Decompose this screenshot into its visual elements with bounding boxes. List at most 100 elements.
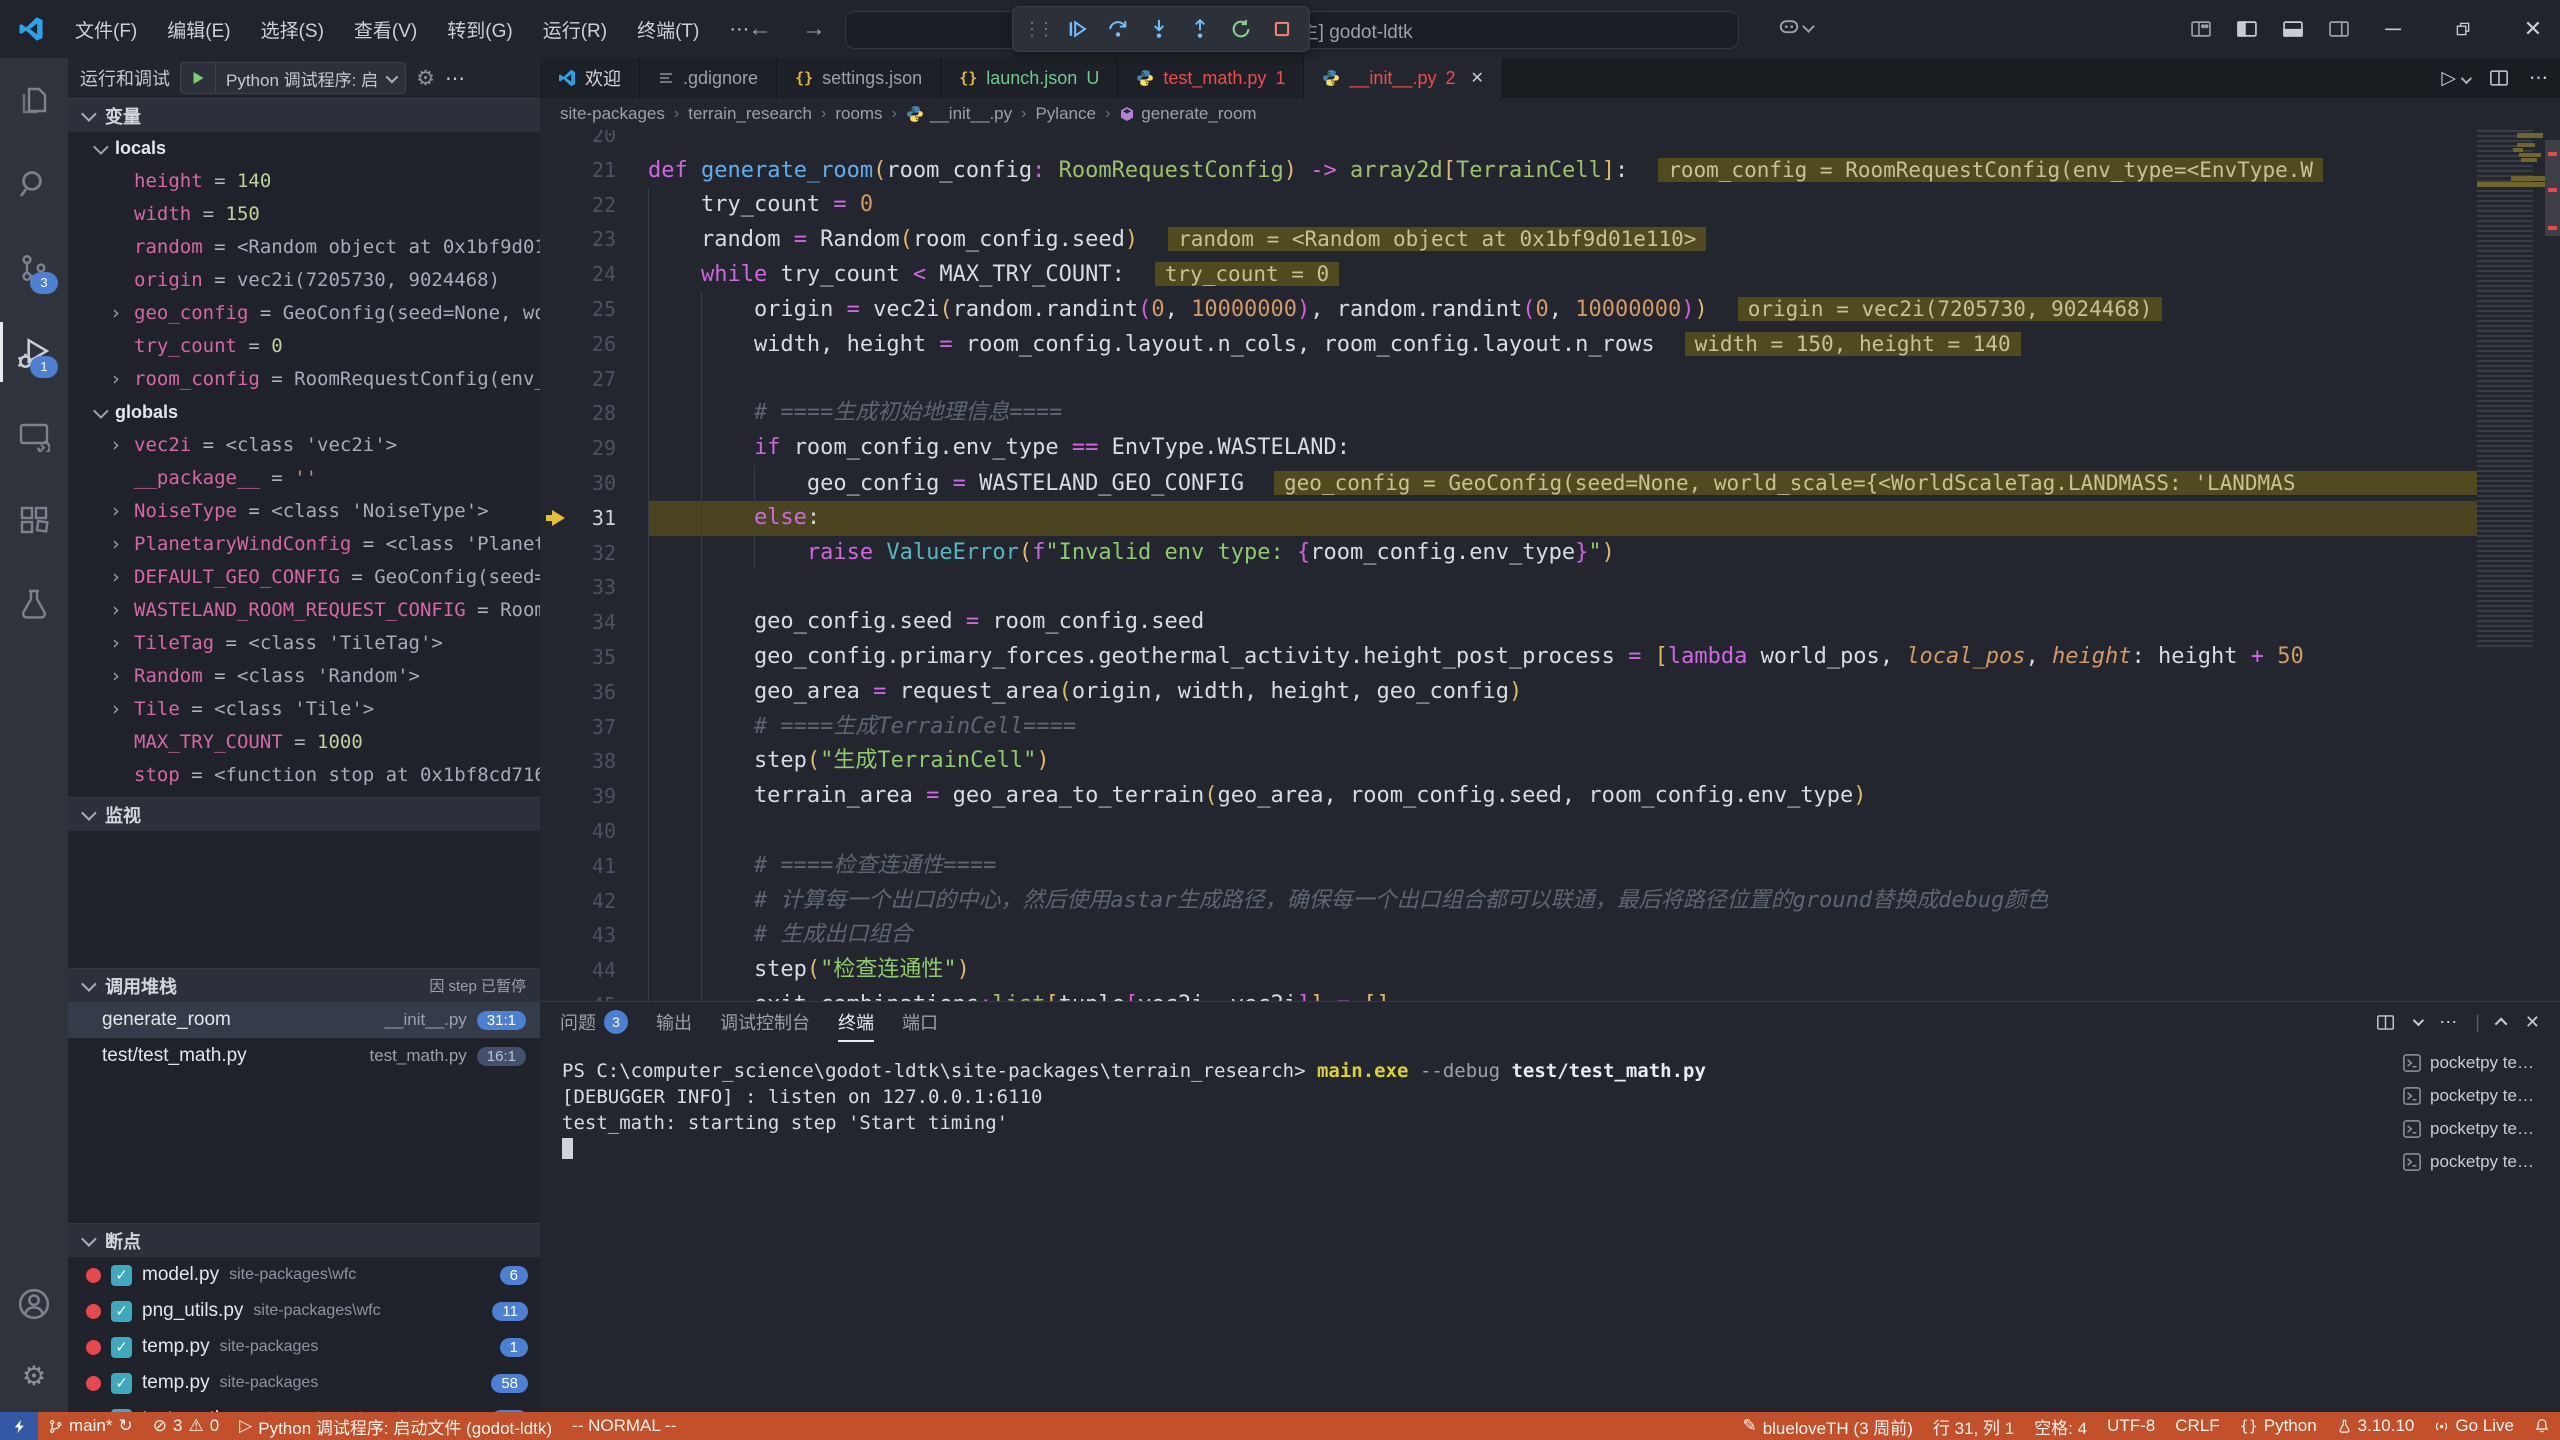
code-line-37[interactable]: 37# ====生成TerrainCell==== bbox=[540, 710, 2477, 745]
account-button[interactable] bbox=[0, 1268, 68, 1340]
breadcrumb-item-terrain_research[interactable]: terrain_research bbox=[688, 104, 812, 124]
terminal-instance-item[interactable]: pocketpy te… bbox=[2392, 1145, 2560, 1178]
code-area[interactable]: 2021def generate_room(room_config: RoomR… bbox=[540, 130, 2477, 1002]
debug-settings-gear-icon[interactable]: ⚙ bbox=[416, 66, 435, 91]
terminal-instance-item[interactable]: pocketpy te… bbox=[2392, 1046, 2560, 1079]
variable-row[interactable]: ›geo_config = GeoConfig(seed=None, wor… bbox=[68, 297, 540, 330]
stack-frame[interactable]: test/test_math.pytest_math.py16:1 bbox=[68, 1038, 540, 1074]
variable-row[interactable]: ›PlanetaryWindConfig = <class 'Planeta… bbox=[68, 528, 540, 561]
code-line-39[interactable]: 39terrain_area = geo_area_to_terrain(geo… bbox=[540, 779, 2477, 814]
debug-launch-button[interactable]: Python 调试程序: 启 bbox=[180, 62, 406, 94]
breakpoints-section-header[interactable]: 断点 bbox=[68, 1223, 540, 1257]
stack-frame[interactable]: generate_room__init__.py31:1 bbox=[68, 1002, 540, 1038]
split-editor-icon[interactable] bbox=[2489, 68, 2509, 88]
sidebar-item-extensions[interactable] bbox=[0, 478, 68, 562]
minimize-button[interactable]: ─ bbox=[2370, 0, 2416, 58]
encoding-status[interactable]: UTF-8 bbox=[2097, 1416, 2165, 1436]
breakpoint-row[interactable]: ✓temp.pysite-packages1 bbox=[68, 1329, 540, 1365]
breakpoint-checkbox[interactable]: ✓ bbox=[111, 1337, 132, 1358]
git-blame-status[interactable]: ✎ blueloveTH (3 周前) bbox=[1732, 1414, 1922, 1439]
breadcrumb-item-__init__.py[interactable]: __init__.py bbox=[906, 104, 1012, 124]
notifications-bell[interactable] bbox=[2524, 1418, 2560, 1434]
tab-problems[interactable]: 问题 3 bbox=[560, 1002, 628, 1042]
toggle-secondary-sidebar-icon[interactable] bbox=[2328, 18, 2350, 40]
variable-row[interactable]: width = 150 bbox=[68, 198, 540, 231]
start-debug-icon[interactable] bbox=[181, 63, 216, 93]
copilot-menu[interactable] bbox=[1778, 15, 1813, 37]
variable-row[interactable]: ›DEFAULT_GEO_CONFIG = GeoConfig(seed=1… bbox=[68, 561, 540, 594]
chevron-right-icon[interactable]: › bbox=[110, 495, 121, 528]
variable-row[interactable]: ›TileTag = <class 'TileTag'> bbox=[68, 627, 540, 660]
watch-section-header[interactable]: 监视 bbox=[68, 797, 540, 831]
drag-handle-icon[interactable]: ⋮⋮ bbox=[1023, 19, 1051, 40]
eol-status[interactable]: CRLF bbox=[2165, 1416, 2229, 1436]
breakpoint-row[interactable]: ✓temp.pysite-packages58 bbox=[68, 1365, 540, 1401]
variable-row[interactable]: ›WASTELAND_ROOM_REQUEST_CONFIG = RoomR… bbox=[68, 594, 540, 627]
cursor-position-status[interactable]: 行 31, 列 1 bbox=[1923, 1414, 2024, 1439]
callstack-section-header[interactable]: 调用堆栈 因 step 已暂停 bbox=[68, 968, 540, 1002]
chevron-right-icon[interactable]: › bbox=[110, 693, 121, 726]
code-line-42[interactable]: 42# 计算每一个出口的中心，然后使用astar生成路径，确保每一个出口组合都可… bbox=[540, 884, 2477, 919]
back-icon[interactable]: ← bbox=[748, 15, 772, 43]
continue-button[interactable] bbox=[1060, 12, 1094, 46]
close-panel-icon[interactable]: ✕ bbox=[2525, 1012, 2540, 1033]
code-line-20[interactable]: 20 bbox=[540, 130, 2477, 153]
chevron-right-icon[interactable]: › bbox=[110, 627, 121, 660]
forward-icon[interactable]: → bbox=[802, 15, 826, 43]
go-live-status[interactable]: Go Live bbox=[2424, 1416, 2524, 1436]
code-line-41[interactable]: 41# ====检查连通性==== bbox=[540, 849, 2477, 884]
menu-item-4[interactable]: 转到(G) bbox=[432, 16, 527, 43]
breakpoint-checkbox[interactable]: ✓ bbox=[111, 1373, 132, 1394]
run-python-file-button[interactable]: ▷ bbox=[2441, 67, 2469, 90]
terminal-instance-item[interactable]: pocketpy te… bbox=[2392, 1112, 2560, 1145]
variable-row[interactable]: stop = <function stop at 0x1bf8cd716d bbox=[68, 759, 540, 792]
breadcrumb-item-Pylance[interactable]: Pylance bbox=[1035, 104, 1095, 124]
chevron-right-icon[interactable]: › bbox=[110, 297, 121, 330]
breakpoint-row[interactable]: ✓model.pysite-packages\wfc6 bbox=[68, 1257, 540, 1293]
code-line-38[interactable]: 38step("生成TerrainCell") bbox=[540, 744, 2477, 779]
tab-launch.json[interactable]: {}launch.jsonU bbox=[941, 58, 1118, 98]
chevron-right-icon[interactable]: › bbox=[110, 594, 121, 627]
tab-test_math.py[interactable]: test_math.py1 bbox=[1118, 58, 1304, 98]
sidebar-item-testing[interactable] bbox=[0, 562, 68, 646]
tab-.gdignore[interactable]: .gdignore bbox=[640, 58, 777, 98]
settings-button[interactable]: ⚙ bbox=[0, 1340, 68, 1412]
tab-debug-console[interactable]: 调试控制台 bbox=[720, 1002, 810, 1042]
variables-section-header[interactable]: 变量 bbox=[68, 98, 540, 132]
code-line-44[interactable]: 44step("检查连通性") bbox=[540, 953, 2477, 988]
breakpoint-row[interactable]: ✓png_utils.pysite-packages\wfc11 bbox=[68, 1293, 540, 1329]
maximize-panel-icon[interactable] bbox=[2495, 1017, 2508, 1030]
debug-config-select[interactable]: Python 调试程序: 启 bbox=[216, 66, 405, 91]
variable-row[interactable]: ›NoiseType = <class 'NoiseType'> bbox=[68, 495, 540, 528]
code-line-28[interactable]: 28# ====生成初始地理信息==== bbox=[540, 396, 2477, 431]
language-mode-status[interactable]: {} Python bbox=[2230, 1416, 2327, 1436]
breadcrumb-item-generate_room[interactable]: generate_room bbox=[1119, 104, 1256, 124]
code-line-23[interactable]: 23random = Random(room_config.seed)rando… bbox=[540, 222, 2477, 257]
terminal-output[interactable]: PS C:\computer_science\godot-ldtk\site-p… bbox=[562, 1058, 2385, 1406]
more-actions-icon[interactable]: ⋯ bbox=[2529, 67, 2548, 90]
sidebar-item-search[interactable] bbox=[0, 142, 68, 226]
chevron-right-icon[interactable]: › bbox=[110, 528, 121, 561]
panel-more-icon[interactable]: ⋯ bbox=[2439, 1012, 2457, 1033]
tab-terminal[interactable]: 终端 bbox=[838, 1002, 874, 1042]
toggle-panel-icon[interactable] bbox=[2282, 18, 2304, 40]
breadcrumb-item-site-packages[interactable]: site-packages bbox=[560, 104, 665, 124]
branch-status[interactable]: main* ↻ bbox=[38, 1416, 143, 1436]
tab-欢迎[interactable]: 欢迎 bbox=[540, 58, 640, 98]
chevron-right-icon[interactable]: › bbox=[110, 363, 121, 396]
menu-item-3[interactable]: 查看(V) bbox=[339, 16, 432, 43]
variable-row[interactable]: ›Tile = <class 'Tile'> bbox=[68, 693, 540, 726]
menu-item-1[interactable]: 编辑(E) bbox=[152, 16, 245, 43]
problems-status[interactable]: ⊘3 ⚠0 bbox=[143, 1416, 229, 1436]
customize-layout-icon[interactable] bbox=[2190, 18, 2212, 40]
code-line-40[interactable]: 40 bbox=[540, 814, 2477, 849]
python-interpreter-status[interactable]: 3.10.10 bbox=[2327, 1416, 2425, 1436]
split-terminal-icon[interactable] bbox=[2376, 1013, 2395, 1032]
close-icon[interactable]: ✕ bbox=[1471, 68, 1484, 88]
step-into-button[interactable] bbox=[1142, 12, 1176, 46]
sidebar-item-remote-explorer[interactable] bbox=[0, 394, 68, 478]
chevron-right-icon[interactable]: › bbox=[110, 660, 121, 693]
code-line-22[interactable]: 22try_count = 0 bbox=[540, 188, 2477, 223]
variable-row[interactable]: random = <Random object at 0x1bf9d01e… bbox=[68, 231, 540, 264]
restart-button[interactable] bbox=[1224, 12, 1258, 46]
